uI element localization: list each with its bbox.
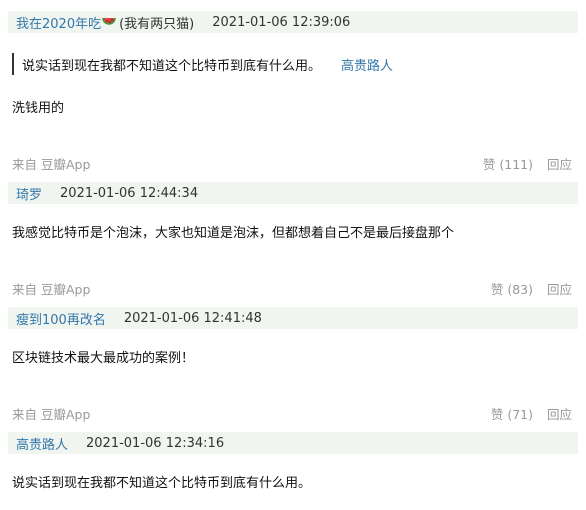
comment-source: 来自 豆瓣App xyxy=(12,156,91,172)
author-note: (我有两只猫) xyxy=(119,16,195,32)
quoted-comment: 说实话到现在我都不知道这个比特币到底有什么用。 高贵路人 xyxy=(12,53,393,75)
comment-source: 来自 豆瓣App xyxy=(12,281,91,297)
comment-header: 高贵路人 2021-01-06 12:34:16 xyxy=(8,432,578,454)
quote-text: 说实话到现在我都不知道这个比特币到底有什么用。 xyxy=(22,58,322,74)
comment-author[interactable]: 高贵路人 xyxy=(16,434,68,453)
reply-button[interactable]: 回应 xyxy=(547,404,572,423)
comment-text: 区块链技术最大最成功的案例！ xyxy=(12,351,195,366)
comment-header: 琦罗 2021-01-06 12:44:34 xyxy=(8,182,578,204)
comment-time: 2021-01-06 12:39:06 xyxy=(212,14,351,30)
comment-text: 说实话到现在我都不知道这个比特币到底有什么用。 xyxy=(12,476,312,491)
comment-source: 来自 豆瓣App xyxy=(12,406,91,422)
comment-meta: 来自 豆瓣App 赞 (111) 回应 xyxy=(12,154,572,172)
comment-time: 2021-01-06 12:44:34 xyxy=(60,185,199,201)
comment-time: 2021-01-06 12:41:48 xyxy=(123,310,262,326)
comment-meta: 来自 豆瓣App 赞 (83) 回应 xyxy=(12,279,572,297)
comment-header: 我在2020年吃 (我有两只猫) 2021-01-06 12:39:06 xyxy=(8,11,578,33)
like-button[interactable]: 赞 (111) xyxy=(483,154,533,173)
like-button[interactable]: 赞 (71) xyxy=(491,404,533,423)
comment-meta: 来自 豆瓣App 赞 (71) 回应 xyxy=(12,404,572,422)
comment-time: 2021-01-06 12:34:16 xyxy=(86,435,225,451)
comment-text: 洗钱用的 xyxy=(12,101,65,116)
comment-author[interactable]: 琦罗 xyxy=(16,184,42,203)
reply-button[interactable]: 回应 xyxy=(547,154,572,173)
comment-text: 我感觉比特币是个泡沫，大家也知道是泡沫，但都想着自己不是最后接盘那个 xyxy=(12,226,455,241)
comment-author[interactable]: 瘦到100再改名 xyxy=(16,309,106,328)
reply-button[interactable]: 回应 xyxy=(547,279,572,298)
watermelon-icon xyxy=(102,17,116,25)
comment-header: 瘦到100再改名 2021-01-06 12:41:48 xyxy=(8,307,578,329)
comment-author[interactable]: 我在2020年吃 xyxy=(16,13,101,32)
like-button[interactable]: 赞 (83) xyxy=(491,279,533,298)
quote-author[interactable]: 高贵路人 xyxy=(341,55,393,74)
